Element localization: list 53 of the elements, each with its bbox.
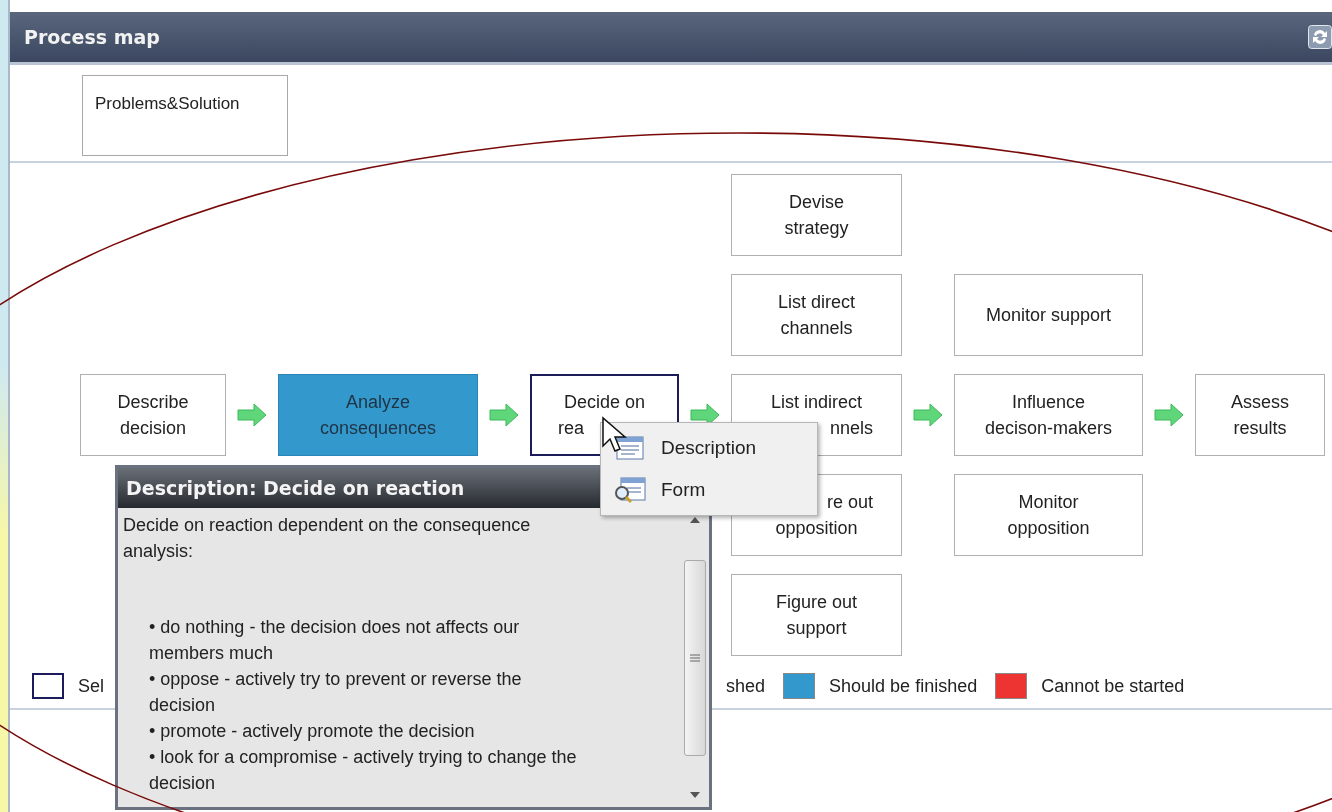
process-node[interactable]: Analyze consequences (278, 374, 478, 456)
node-label: decision (119, 417, 186, 440)
node-label: Devise (789, 191, 844, 214)
node-label: List indirect (770, 391, 862, 414)
node-label: Monitor (1018, 491, 1079, 514)
node-label: Monitor support (985, 304, 1112, 327)
bullet-item: • do nothing - the decision does not affects our members much (149, 616, 521, 665)
description-text: Decide on reaction dependent on the consequence analysis: (123, 514, 532, 563)
node-label: consequences (319, 417, 437, 440)
node-label: Describe (117, 391, 189, 414)
process-node[interactable]: Figure out support (731, 574, 902, 656)
node-label: List direct (778, 291, 855, 314)
arrow-icon (236, 402, 268, 428)
node-label: results (1233, 417, 1287, 440)
node-label: opposition (775, 517, 858, 540)
legend-label: Cannot be started (1041, 675, 1185, 697)
node-label: Assess (1231, 391, 1289, 414)
node-label: rea (557, 417, 584, 440)
process-node[interactable]: Describe decision (80, 374, 226, 456)
grip-icon[interactable] (689, 651, 701, 664)
arrow-icon (488, 402, 520, 428)
node-label: support (786, 617, 847, 640)
document-icon (613, 434, 647, 462)
legend-label: Should be finished (829, 675, 978, 697)
node-label: strategy (784, 217, 849, 240)
process-node[interactable]: Influence decison-makers (954, 374, 1143, 456)
node-label: Influence (1011, 391, 1086, 414)
process-node[interactable]: Assess results (1195, 374, 1325, 456)
node-label: re out (826, 491, 874, 514)
node-label: Analyze (345, 391, 410, 414)
process-node[interactable]: List direct channels (731, 274, 902, 356)
node-label: nnels (829, 417, 874, 440)
form-search-icon (613, 476, 647, 504)
window-title: Process map (24, 26, 160, 48)
scroll-down-icon[interactable] (689, 791, 701, 799)
process-node[interactable]: Devise strategy (731, 174, 902, 256)
process-node[interactable]: Monitor opposition (954, 474, 1143, 556)
refresh-icon[interactable] (1308, 25, 1332, 49)
bullet-item: • look for a compromise - actively trying to change the decision (149, 746, 578, 795)
node-label: channels (780, 317, 853, 340)
node-label: decison-makers (984, 417, 1112, 440)
cursor-icon (601, 416, 627, 454)
arrow-icon (912, 402, 944, 428)
node-label: opposition (1007, 517, 1090, 540)
node-label: Figure out (775, 591, 857, 614)
bullet-item: • oppose - actively try to prevent or reverse the decision (149, 668, 523, 717)
node-label: Decide on (563, 391, 646, 414)
arrow-icon (1153, 402, 1185, 428)
process-node[interactable]: Monitor support (954, 274, 1143, 356)
process-node[interactable]: Problems&Solution (82, 75, 288, 156)
legend-label: shed (726, 675, 766, 697)
legend-label: Sel (78, 675, 104, 697)
bullet-item: • promote - actively promote the decision (149, 720, 476, 743)
